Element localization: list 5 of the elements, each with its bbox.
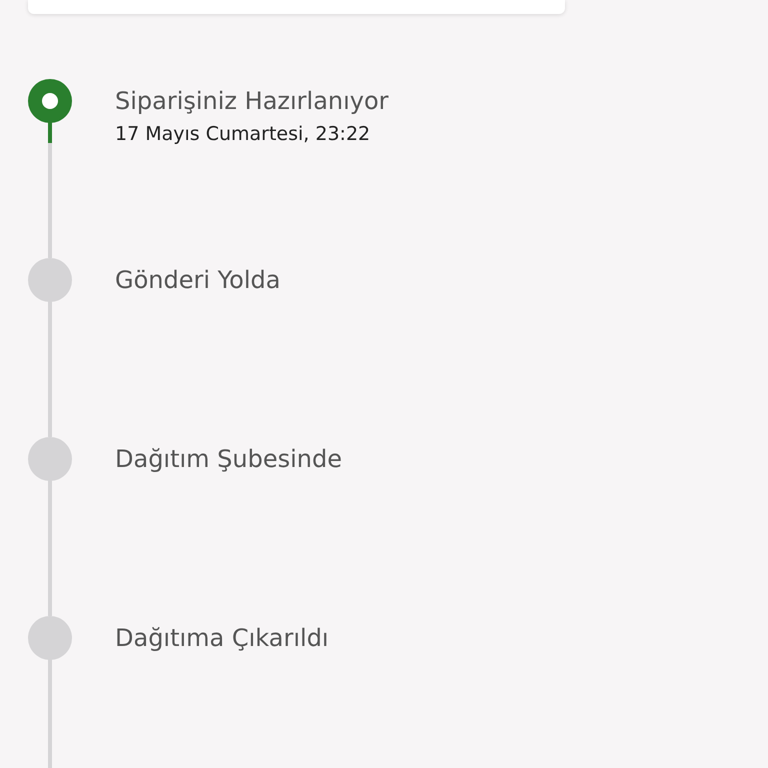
step-title: Dağıtıma Çıkarıldı	[115, 623, 329, 654]
step-date: 17 Mayıs Cumartesi, 23:22	[115, 123, 372, 145]
step-title: Dağıtım Şubesinde	[115, 444, 342, 475]
step-title: Gönderi Yolda	[115, 265, 280, 296]
step-title: Siparişiniz Hazırlanıyor	[115, 86, 389, 117]
